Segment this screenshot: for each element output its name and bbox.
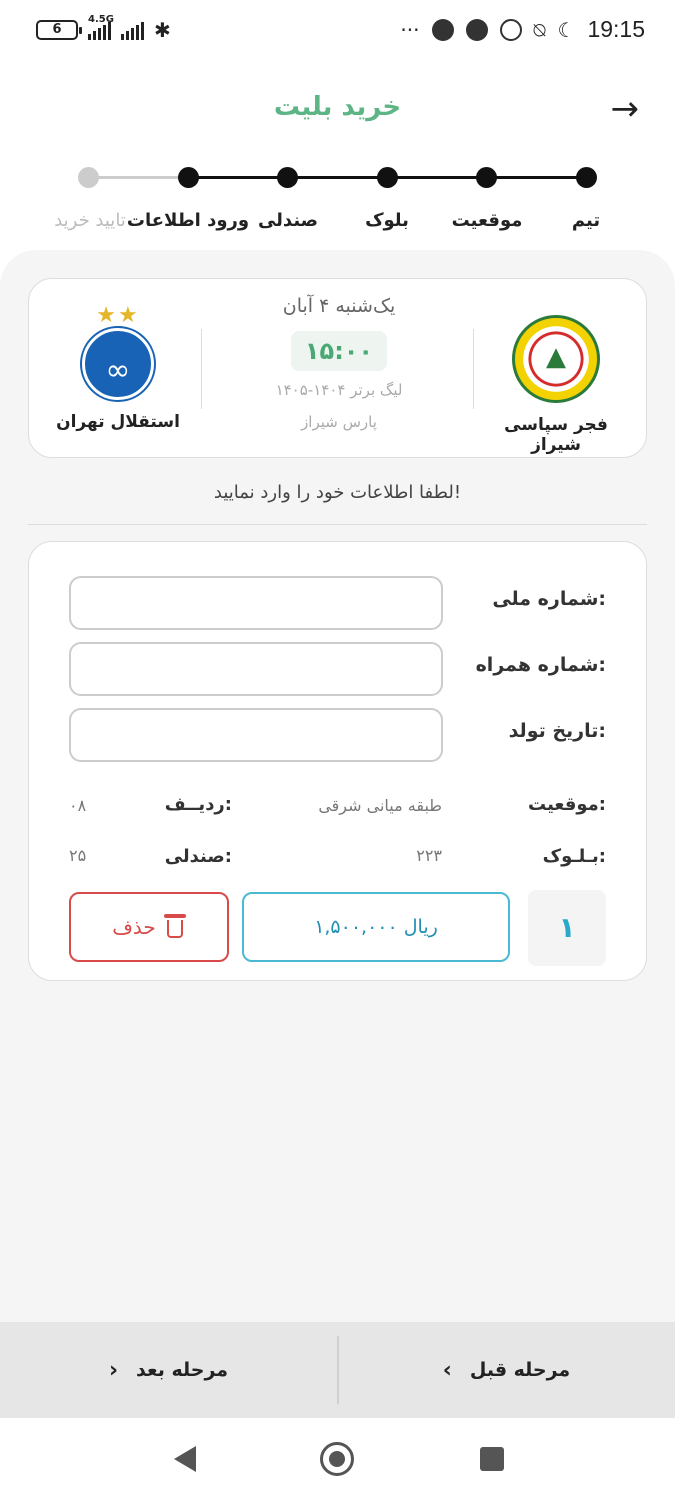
step-dot-block <box>377 167 398 188</box>
page-title: خرید بلیت <box>273 92 402 122</box>
system-home-icon[interactable] <box>320 1442 354 1476</box>
delete-button[interactable]: حذف <box>69 892 229 962</box>
block-value: ۲۲۳ <box>416 846 442 865</box>
ticket-form-card: شماره ملی: شماره همراه: تاریخ تولد: موقع… <box>28 541 647 981</box>
more-notifications-icon: ··· <box>400 17 420 42</box>
hint-text: لطفا اطلاعات خود را وارد نمایید! <box>213 482 462 503</box>
battery-icon: 6 <box>36 20 82 40</box>
national-id-field[interactable] <box>69 576 443 630</box>
step-label-block: بلوک <box>365 210 409 231</box>
main-panel: فجر سپاسی شیراز یک‌شنبه ۴ آبان ۱۵:۰۰ لیگ… <box>0 250 675 1322</box>
next-step-button[interactable]: › مرحله بعد <box>0 1322 337 1418</box>
step-dot-seat <box>277 167 298 188</box>
step-label-confirm: تایید خرید <box>54 210 126 231</box>
step-connector <box>88 176 188 179</box>
divider <box>28 524 647 525</box>
network-type: 4.5G <box>88 14 114 25</box>
moon-icon: ☾ <box>557 17 576 42</box>
row-value: ۰۸ <box>69 796 87 815</box>
fajr-sepasi-logo <box>512 315 600 403</box>
match-card: فجر سپاسی شیراز یک‌شنبه ۴ آبان ۱۵:۰۰ لیگ… <box>28 278 647 458</box>
step-dot-confirm <box>78 167 99 188</box>
telegram-icon <box>431 18 454 41</box>
away-team-name: استقلال تهران <box>56 412 180 432</box>
battery-level: 6 <box>52 22 62 37</box>
position-value: طبقه میانی شرقی <box>318 796 442 815</box>
national-id-label: شماره ملی: <box>492 588 606 610</box>
separator <box>201 329 202 409</box>
position-label: موقعیت: <box>528 794 606 815</box>
row-label: ردیــف: <box>164 794 232 815</box>
away-team: ★★ استقلال تهران <box>53 303 183 432</box>
bluetooth-icon: ✱ <box>154 18 171 42</box>
match-venue: پارس شیراز <box>301 413 377 431</box>
price-button[interactable]: ۱,۵۰۰,۰۰۰ ریال <box>242 892 510 962</box>
separator <box>473 329 474 409</box>
system-nav-bar <box>0 1418 675 1500</box>
seat-value: ۲۵ <box>69 846 87 865</box>
birthdate-label: تاریخ تولد: <box>508 720 606 742</box>
seat-label: صندلی: <box>164 846 232 867</box>
esteghlal-logo <box>82 328 154 400</box>
home-team-name: فجر سپاسی شیراز <box>504 415 608 455</box>
system-back-icon[interactable] <box>174 1446 196 1472</box>
quantity-box: ۱ <box>528 890 606 966</box>
block-label: بـلـوک: <box>542 846 606 867</box>
home-team: فجر سپاسی شیراز <box>486 303 626 455</box>
step-label-position: موقعیت <box>451 210 523 231</box>
step-label-info: ورود اطلاعات <box>126 210 250 231</box>
match-info: یک‌شنبه ۴ آبان ۱۵:۰۰ لیگ برتر ۱۴۰۴-۱۴۰۵ … <box>219 295 459 431</box>
match-time: ۱۵:۰۰ <box>290 331 388 371</box>
chat-icon <box>465 18 488 41</box>
step-dot-team <box>576 167 597 188</box>
vibrate-off-icon: ⍉ <box>533 17 546 42</box>
step-label-seat: صندلی <box>257 210 319 231</box>
signal-icon-2 <box>121 20 144 40</box>
clock: 19:15 <box>587 16 645 42</box>
mobile-field[interactable] <box>69 642 443 696</box>
system-recents-icon[interactable] <box>480 1447 504 1471</box>
bottom-nav: › مرحله بعد ‹ مرحله قبل <box>0 1322 675 1418</box>
step-label-team: تیم <box>571 210 601 231</box>
previous-step-button[interactable]: ‹ مرحله قبل <box>338 1322 675 1418</box>
next-step-label: مرحله بعد <box>136 1359 229 1381</box>
trash-icon <box>163 914 186 940</box>
mobile-label: شماره همراه: <box>475 654 606 676</box>
match-date: یک‌شنبه ۴ آبان <box>282 295 396 317</box>
birthdate-field[interactable] <box>69 708 443 762</box>
match-league: لیگ برتر ۱۴۰۴-۱۴۰۵ <box>275 381 403 399</box>
status-bar: 6 4.5G ✱ ··· ⍉ ☾ 19:15 <box>0 0 675 66</box>
progress-stepper: تیم موقعیت بلوک صندلی ورود اطلاعات تایید… <box>0 160 675 240</box>
previous-step-label: مرحله قبل <box>469 1359 571 1381</box>
arrow-right-icon[interactable]: → <box>611 92 640 126</box>
chevron-right-icon: › <box>108 1357 119 1383</box>
star-icon: ★★ <box>96 303 140 328</box>
step-dot-info <box>178 167 199 188</box>
whatsapp-icon <box>499 18 522 41</box>
step-dot-position <box>476 167 497 188</box>
delete-label: حذف <box>112 915 156 939</box>
chevron-left-icon: ‹ <box>442 1357 452 1383</box>
signal-icon: 4.5G <box>88 14 114 40</box>
header: خرید بلیت → <box>0 66 675 156</box>
